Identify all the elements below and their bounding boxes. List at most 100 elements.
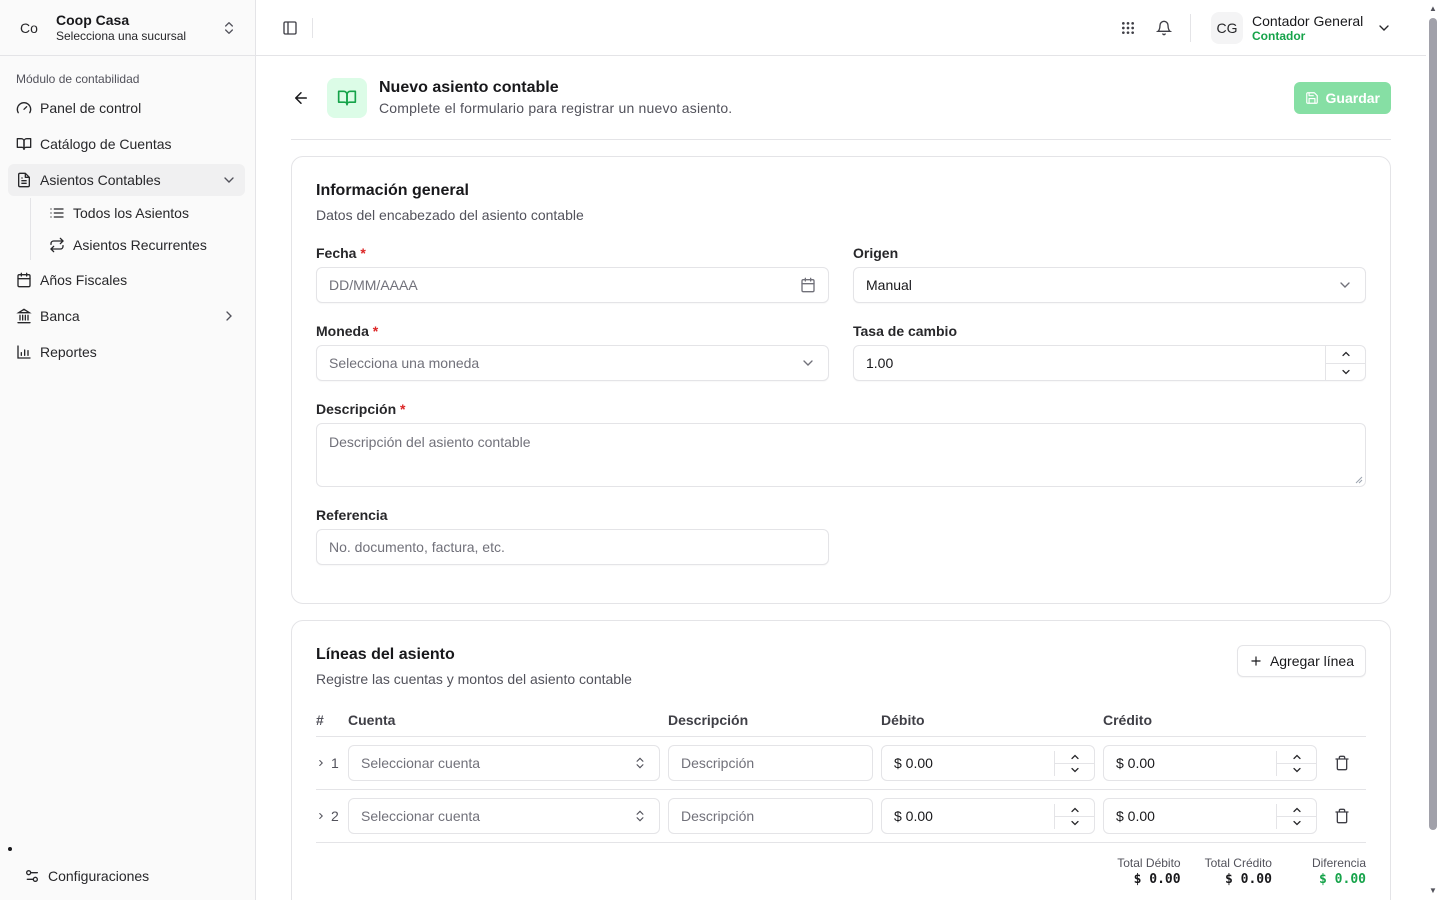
- card-title: Información general: [316, 182, 469, 199]
- sidebar-subitem-todos[interactable]: Todos los Asientos: [41, 198, 245, 228]
- bell-icon[interactable]: [1156, 20, 1172, 36]
- scroll-thumb[interactable]: [1429, 18, 1437, 830]
- line-description-input[interactable]: Descripción: [668, 798, 873, 834]
- sidebar-item-asientos[interactable]: Asientos Contables: [8, 164, 245, 196]
- general-info-card: Información general Datos del encabezado…: [291, 156, 1391, 604]
- chevron-up-icon: [1070, 807, 1079, 812]
- credit-cell: $ 0.00: [1103, 745, 1317, 781]
- difference-label: Diferencia: [1311, 856, 1366, 870]
- chevron-down-icon: [1292, 767, 1301, 772]
- add-line-label: Agregar línea: [1269, 653, 1354, 669]
- total-credit: Total Crédito $ 0.00: [1205, 855, 1272, 889]
- referencia-label: Referencia: [316, 507, 388, 523]
- row-num-text: 2: [331, 808, 339, 824]
- fecha-input[interactable]: DD/MM/AAAA: [316, 267, 829, 303]
- sidebar-item-anos-fiscales[interactable]: Años Fiscales: [8, 264, 245, 296]
- descripcion-label-text: Descripción: [316, 401, 397, 417]
- chevron-down-icon: [803, 360, 813, 366]
- chevron-up-icon: [1292, 807, 1301, 812]
- apps-grid-icon[interactable]: [1120, 20, 1136, 36]
- account-select[interactable]: Seleccionar cuenta: [348, 798, 660, 834]
- increment-button[interactable]: [1277, 804, 1316, 816]
- origen-select[interactable]: Manual: [853, 267, 1366, 303]
- card-subtitle: Datos del encabezado del asiento contabl…: [316, 207, 584, 223]
- add-line-button[interactable]: Agregar línea: [1236, 645, 1366, 677]
- sidebar-item-panel[interactable]: Panel de control: [8, 92, 245, 124]
- decrement-button[interactable]: [1326, 362, 1365, 381]
- credit-value: $ 0.00: [1116, 755, 1155, 771]
- sidebar-item-label: Panel de control: [40, 100, 142, 116]
- decrement-button[interactable]: [1055, 815, 1094, 829]
- increment-button[interactable]: [1055, 751, 1094, 763]
- col-credito: Crédito: [1103, 711, 1152, 728]
- main-content: Nuevo asiento contable Complete el formu…: [291, 56, 1391, 900]
- calendar-icon[interactable]: [800, 277, 816, 293]
- descripcion-textarea[interactable]: Descripción del asiento contable: [316, 423, 1366, 487]
- decrement-button[interactable]: [1277, 762, 1316, 776]
- sidebar-toggle-icon[interactable]: [282, 20, 298, 36]
- scroll-down-arrow[interactable]: ▼: [1429, 886, 1437, 895]
- scroll-up-arrow[interactable]: ▲: [1429, 4, 1437, 13]
- referencia-input[interactable]: No. documento, factura, etc.: [316, 529, 829, 565]
- save-button[interactable]: Guardar: [1293, 81, 1391, 114]
- difference-value: $ 0.00: [1319, 872, 1366, 887]
- landmark-icon: [16, 308, 32, 324]
- moneda-select[interactable]: Selecciona una moneda: [316, 345, 829, 381]
- credit-stepper: [1276, 803, 1316, 829]
- sidebar-item-configuraciones[interactable]: Configuraciones: [16, 860, 236, 892]
- decrement-button[interactable]: [1055, 762, 1094, 776]
- arrow-left-icon[interactable]: [292, 89, 310, 107]
- page-scrollbar[interactable]: ▲ ▼: [1426, 0, 1440, 900]
- tasa-stepper: [1325, 346, 1365, 380]
- resize-handle-icon[interactable]: [1355, 476, 1363, 484]
- sidebar-item-banca[interactable]: Banca: [8, 300, 245, 332]
- moneda-label: Moneda *: [316, 323, 829, 339]
- credit-input[interactable]: $ 0.00: [1103, 798, 1317, 834]
- page-subtitle: Complete el formulario para registrar un…: [379, 99, 733, 116]
- debit-input[interactable]: $ 0.00: [881, 745, 1095, 781]
- tasa-field: Tasa de cambio 1.00: [853, 323, 1366, 381]
- sidebar-item-catalogo[interactable]: Catálogo de Cuentas: [8, 128, 245, 160]
- credit-input[interactable]: $ 0.00: [1103, 745, 1317, 781]
- trash-icon: [1335, 755, 1349, 771]
- debit-input[interactable]: $ 0.00: [881, 798, 1095, 834]
- chevron-right-icon[interactable]: [316, 811, 326, 821]
- tasa-input[interactable]: 1.00: [853, 345, 1366, 381]
- required-mark: *: [400, 401, 406, 417]
- delete-line-button[interactable]: [1327, 808, 1357, 824]
- user-menu[interactable]: Contador General Contador: [1252, 13, 1366, 43]
- table-row: 1 Seleccionar cuenta Descripción $ 0.00: [316, 737, 1366, 790]
- file-text-icon: [18, 172, 30, 188]
- total-debit: Total Débito $ 0.00: [1117, 855, 1180, 889]
- lines-card: Líneas del asiento Registre las cuentas …: [291, 620, 1391, 900]
- credit-cell: $ 0.00: [1103, 798, 1317, 834]
- status-dot: [8, 847, 12, 851]
- sidebar-subitem-label: Asientos Recurrentes: [73, 237, 207, 253]
- user-avatar[interactable]: CG: [1211, 11, 1243, 44]
- account-select[interactable]: Seleccionar cuenta: [348, 745, 660, 781]
- delete-line-button[interactable]: [1327, 755, 1357, 771]
- sidebar-subitem-label: Todos los Asientos: [73, 205, 189, 221]
- increment-button[interactable]: [1055, 804, 1094, 816]
- chevron-right-icon[interactable]: [316, 758, 326, 768]
- sidebar-subitem-recurrentes[interactable]: Asientos Recurrentes: [41, 230, 245, 260]
- chevron-up-icon: [1341, 351, 1350, 357]
- row-num[interactable]: 1: [316, 755, 348, 771]
- repeat-icon: [50, 237, 64, 253]
- lines-table-header: # Cuenta Descripción Débito Crédito: [316, 703, 1366, 737]
- chevron-down-icon[interactable]: [1376, 20, 1392, 36]
- chevron-down-icon: [224, 177, 234, 183]
- increment-button[interactable]: [1277, 751, 1316, 763]
- total-credit-value: $ 0.00: [1225, 872, 1272, 887]
- page-header: Nuevo asiento contable Complete el formu…: [291, 56, 1391, 140]
- page-title: Nuevo asiento contable: [379, 78, 559, 96]
- decrement-button[interactable]: [1277, 815, 1316, 829]
- org-switcher[interactable]: Co Coop Casa Selecciona una sucursal: [0, 0, 255, 56]
- increment-button[interactable]: [1326, 346, 1365, 363]
- row-num[interactable]: 2: [316, 808, 348, 824]
- sidebar-item-reportes[interactable]: Reportes: [8, 336, 245, 368]
- desc-placeholder: Descripción: [681, 755, 755, 771]
- page-icon-box: [327, 77, 367, 118]
- row-num-text: 1: [331, 755, 339, 771]
- line-description-input[interactable]: Descripción: [668, 745, 873, 781]
